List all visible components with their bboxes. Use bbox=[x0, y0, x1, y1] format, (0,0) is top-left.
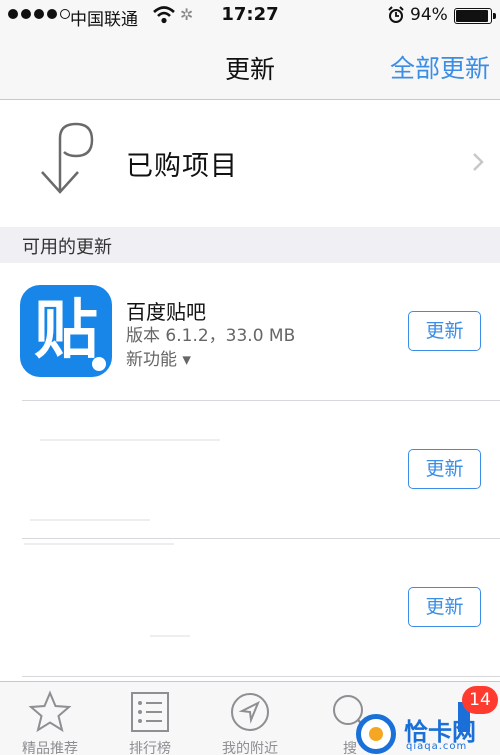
battery-percent: 94% bbox=[410, 5, 448, 25]
app-row-hidden-1[interactable]: 更新 bbox=[0, 401, 500, 539]
baidu-tieba-app-icon[interactable]: 贴 bbox=[20, 285, 112, 377]
app-version: 版本 6.1.2，33.0 MB bbox=[126, 326, 296, 346]
purchased-arrow-icon bbox=[30, 120, 100, 206]
star-icon bbox=[28, 690, 72, 738]
whats-new-toggle[interactable]: 新功能 ▾ bbox=[126, 345, 191, 370]
tab-featured[interactable]: 精品推荐 bbox=[0, 682, 100, 755]
battery-icon bbox=[454, 8, 496, 24]
location-icon bbox=[228, 690, 272, 738]
section-title: 可用的更新 bbox=[22, 237, 112, 258]
app-row-baidu-tieba[interactable]: 贴 百度贴吧 版本 6.1.2，33.0 MB 新功能 ▾ 更新 bbox=[0, 263, 500, 401]
update-button[interactable]: 更新 bbox=[408, 449, 481, 489]
tab-near-me[interactable]: 我的附近 bbox=[200, 682, 300, 755]
app-row-hidden-2[interactable]: 更新 bbox=[0, 539, 500, 677]
update-button[interactable]: 更新 bbox=[408, 311, 481, 351]
watermark-logo: 恰卡网 qiaqa.com bbox=[352, 712, 500, 755]
blurred-content bbox=[40, 439, 220, 441]
watermark-circle-icon bbox=[356, 714, 396, 754]
blurred-content bbox=[24, 543, 174, 545]
blurred-content bbox=[30, 519, 150, 521]
status-bar: 中国联通 ✲ 17:27 94% bbox=[0, 0, 500, 30]
tab-top-charts[interactable]: 排行榜 bbox=[100, 682, 200, 755]
blurred-content bbox=[150, 635, 190, 637]
row-divider bbox=[22, 676, 500, 677]
paw-icon bbox=[92, 357, 106, 371]
section-header: 可用的更新 bbox=[0, 227, 500, 263]
navigation-bar: 更新 全部更新 bbox=[0, 30, 500, 100]
alarm-icon bbox=[387, 6, 405, 28]
update-button[interactable]: 更新 bbox=[408, 587, 481, 627]
list-icon bbox=[128, 690, 172, 738]
purchased-row[interactable]: 已购项目 bbox=[0, 100, 500, 227]
update-all-button[interactable]: 全部更新 bbox=[390, 49, 490, 85]
purchased-label: 已购项目 bbox=[126, 151, 238, 182]
updates-badge: 14 bbox=[462, 686, 498, 714]
chevron-right-icon bbox=[472, 152, 484, 176]
